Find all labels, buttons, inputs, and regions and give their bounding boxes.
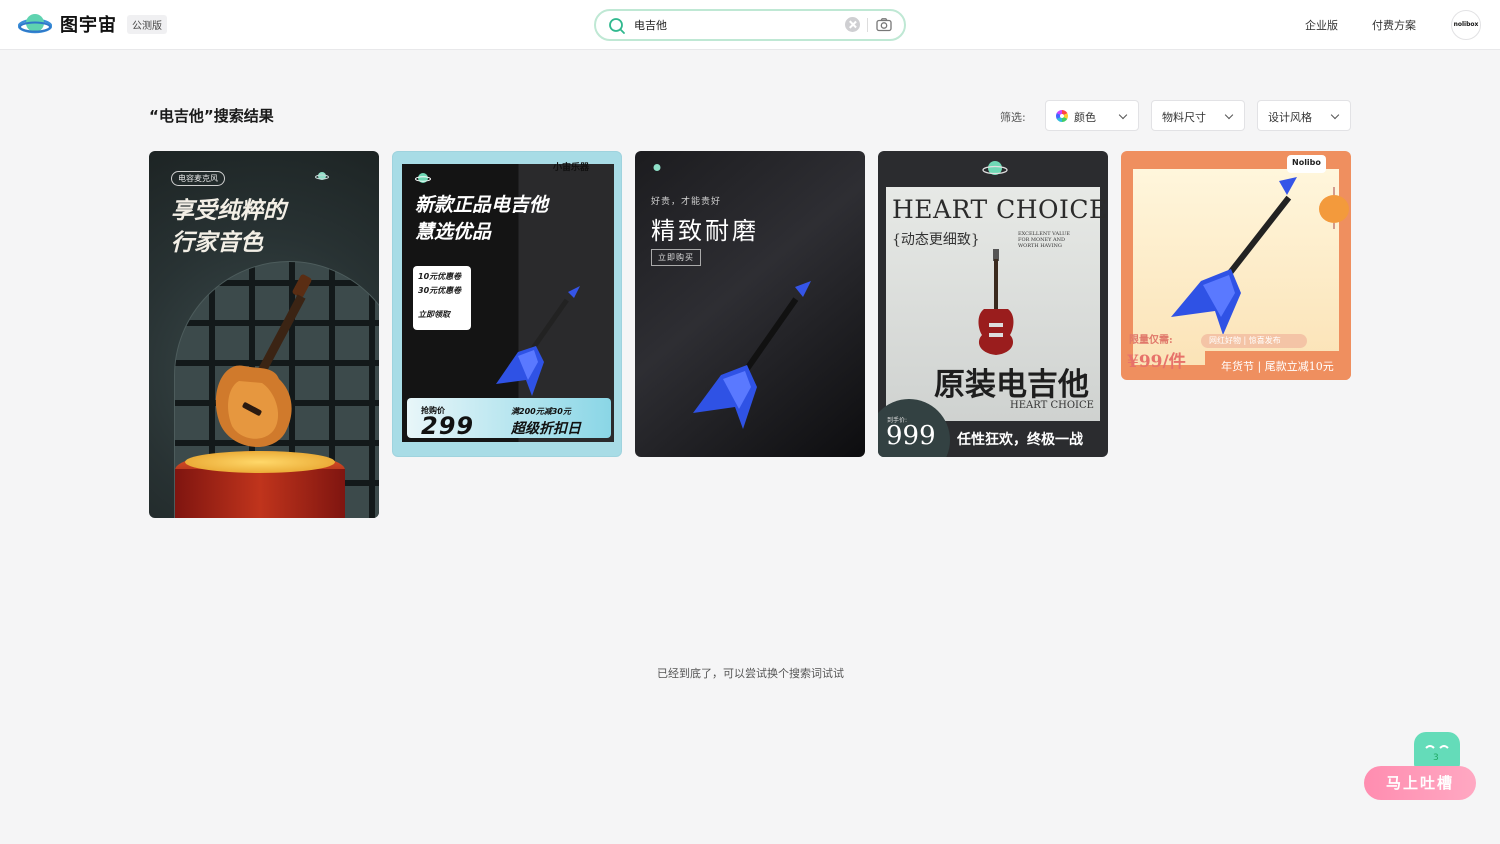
filter-size[interactable]: 物料尺寸 xyxy=(1151,100,1245,131)
card-5-footer: 年货节 | 尾款立减10元 xyxy=(1221,360,1334,373)
card-4-brand-line: HEART CHOICE xyxy=(1010,400,1094,411)
card-1-title-line2: 行家音色 xyxy=(171,229,263,256)
clear-icon[interactable] xyxy=(845,17,860,32)
red-guitar-icon xyxy=(978,249,1014,355)
end-of-results-note: 已经到底了，可以尝试换个搜索词试试 xyxy=(657,667,844,680)
card-1-pedestal-base xyxy=(175,469,345,518)
chevron-down-icon xyxy=(1118,110,1128,120)
camera-icon[interactable] xyxy=(875,16,893,34)
card-1-title: 享受纯粹的 行家音色 xyxy=(171,195,286,259)
result-card-2[interactable]: 小宙乐器 新款正品电吉他 慧选优品 10元优惠卷 30元优惠卷 立即领取 抢购价… xyxy=(392,151,622,457)
card-4-sub: {动态更细致} xyxy=(892,232,980,248)
electric-guitar-icon xyxy=(693,281,811,429)
filter-style-label: 设计风格 xyxy=(1268,111,1312,124)
result-card-3[interactable]: 好贵，才能贵好 精致耐磨 立即购买 xyxy=(635,151,865,457)
card-1-title-line1: 享受纯粹的 xyxy=(171,197,286,224)
card-3-buy-button: 立即购买 xyxy=(651,249,701,266)
filter-label: 筛选: xyxy=(1000,111,1026,124)
chevron-down-icon xyxy=(1224,110,1234,120)
top-bar: 图宇宙 公测版 企业版 付费方案 nolibox xyxy=(0,0,1500,50)
chevron-down-icon xyxy=(1330,110,1340,120)
planet-logo-icon xyxy=(982,161,1008,175)
card-2-brand: 小宙乐器 xyxy=(553,163,590,173)
avatar[interactable]: nolibox xyxy=(1451,10,1481,40)
result-card-4[interactable]: HEART CHOICE {动态更细致} EXCELLENT VALUE FOR… xyxy=(878,151,1108,457)
search-bar[interactable] xyxy=(594,9,906,41)
feedback-mascot-icon[interactable]: 3 xyxy=(1414,732,1460,770)
planet-logo-icon xyxy=(315,172,329,180)
card-2-coupon: 10元优惠卷 30元优惠卷 立即领取 xyxy=(413,266,471,330)
feedback-button[interactable]: 马上吐槽 xyxy=(1364,766,1476,800)
color-wheel-icon xyxy=(1056,110,1068,122)
filter-color-label: 颜色 xyxy=(1074,111,1096,124)
result-card-1[interactable]: 电容麦克风 享受纯粹的 行家音色 xyxy=(149,151,379,518)
card-2-deal-line1: 满200元减30元 xyxy=(511,407,571,416)
card-2-title: 新款正品电吉他 慧选优品 xyxy=(415,192,548,246)
card-2-deal-line2: 超级折扣日 xyxy=(511,421,581,437)
card-4-headline: 原装电吉他 xyxy=(934,367,1089,403)
acoustic-guitar-icon xyxy=(215,274,312,448)
card-5-brand: Nolibo xyxy=(1287,155,1326,173)
logo[interactable]: 图宇宙 公测版 xyxy=(18,11,167,37)
card-5-pill: 网红好物 | 惊喜发布 xyxy=(1201,334,1307,348)
card-4-title: HEART CHOICE xyxy=(892,195,1108,224)
coupon-line-1: 10元优惠卷 xyxy=(418,272,462,281)
card-5-price: ¥99/件 xyxy=(1127,352,1186,372)
filter-size-label: 物料尺寸 xyxy=(1162,111,1206,124)
card-1-tag: 电容麦克风 xyxy=(171,171,225,186)
card-2-title-line1: 新款正品电吉他 xyxy=(415,194,549,216)
beta-badge: 公测版 xyxy=(127,14,167,34)
card-4-slogan: 任性狂欢，终极一战 xyxy=(957,432,1083,448)
search-input[interactable] xyxy=(634,15,834,35)
card-3-subtitle: 好贵，才能贵好 xyxy=(651,197,722,207)
result-title: “电吉他”搜索结果 xyxy=(149,107,274,125)
search-icon xyxy=(609,18,625,34)
filter-style[interactable]: 设计风格 xyxy=(1257,100,1351,131)
svg-text:3: 3 xyxy=(1433,753,1439,763)
result-card-5[interactable]: Nolibo 限量仅需: ¥99/件 网红好物 | 惊喜发布 年货节 | 尾款立… xyxy=(1121,151,1351,380)
card-3-title: 精致耐磨 xyxy=(651,217,759,245)
logo-text: 图宇宙 xyxy=(60,15,117,36)
card-2-title-line2: 慧选优品 xyxy=(415,221,492,243)
electric-guitar-icon xyxy=(496,286,580,396)
coupon-line-2: 30元优惠卷 xyxy=(418,286,462,295)
card-4-note: EXCELLENT VALUE FOR MONEY AND WORTH HAVI… xyxy=(1018,231,1070,249)
card-2-price: 299 xyxy=(421,412,475,440)
planet-logo-icon xyxy=(18,14,52,34)
mascot-face-icon: 3 xyxy=(1425,745,1449,763)
search-divider xyxy=(867,18,868,32)
planet-logo-icon xyxy=(653,164,661,171)
planet-logo-icon xyxy=(415,173,431,183)
coupon-claim: 立即领取 xyxy=(418,310,450,319)
nav-enterprise[interactable]: 企业版 xyxy=(1305,17,1338,33)
card-4-price: 999 xyxy=(886,421,936,451)
electric-guitar-icon xyxy=(1171,177,1297,335)
card-5-limit-label: 限量仅需: xyxy=(1129,335,1173,346)
filter-color[interactable]: 颜色 xyxy=(1045,100,1139,131)
lantern-icon xyxy=(1319,187,1349,229)
nav-pricing[interactable]: 付费方案 xyxy=(1372,17,1416,33)
